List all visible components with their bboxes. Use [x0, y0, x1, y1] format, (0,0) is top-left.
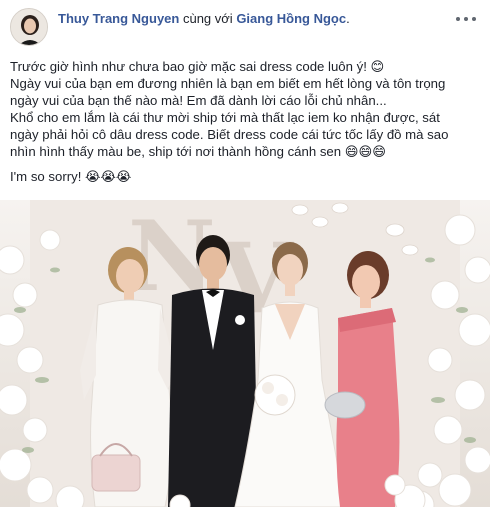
post-line: Ngày vui của bạn em đương nhiên là bạn e…: [10, 76, 446, 91]
author-name-link[interactable]: Thuy Trang Nguyen: [58, 11, 179, 26]
avatar-portrait: [11, 9, 47, 45]
author-line-period: .: [346, 11, 350, 26]
post-line: ngày phải hỏi cô dâu dress code. Biết dr…: [10, 127, 449, 142]
post-body: Trước giờ hình như chưa bao giờ mặc sai …: [10, 58, 480, 185]
more-horizontal-icon-dot-3: [472, 17, 476, 21]
author-avatar[interactable]: [10, 8, 48, 46]
wedding-photo: N V: [0, 200, 490, 507]
post-line: Khổ cho em lắm là cái thư mời ship tới m…: [10, 110, 440, 125]
tagged-user-link[interactable]: Giang Hồng Ngọc: [236, 11, 346, 26]
post-line: ngày vui của bạn thế nào mà! Em đã dành …: [10, 93, 387, 108]
more-options-button[interactable]: [456, 12, 476, 26]
post-line: nhìn hình thấy màu be, ship tới nơi thàn…: [10, 144, 386, 159]
more-horizontal-icon: [456, 17, 460, 21]
post-photo[interactable]: N V: [0, 200, 490, 507]
with-text: cùng với: [182, 11, 233, 26]
post-line: Trước giờ hình như chưa bao giờ mặc sai …: [10, 59, 385, 74]
more-horizontal-icon-dot-2: [464, 17, 468, 21]
post-header: Thuy Trang Nguyen cùng với Giang Hồng Ng…: [10, 8, 480, 46]
author-line: Thuy Trang Nguyen cùng với Giang Hồng Ng…: [58, 11, 350, 26]
post-line-sorry: I'm so sorry! 😭😭😭: [10, 169, 132, 184]
facebook-post: Thuy Trang Nguyen cùng với Giang Hồng Ng…: [0, 0, 490, 507]
